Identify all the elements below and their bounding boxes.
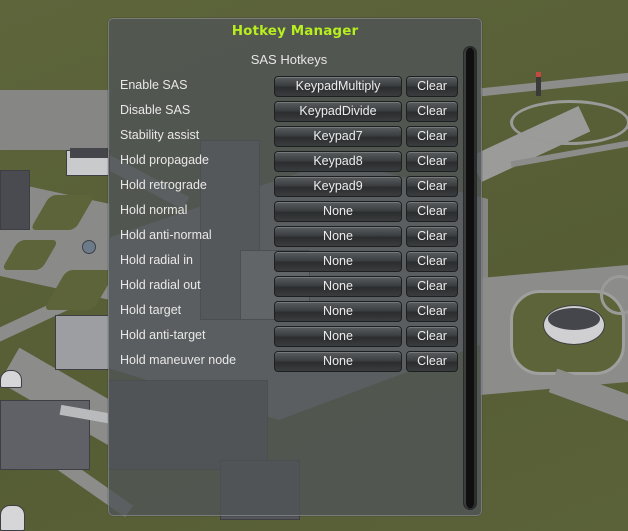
clear-button[interactable]: Clear — [406, 76, 458, 97]
clear-button[interactable]: Clear — [406, 226, 458, 247]
assign-key-button[interactable]: Keypad8 — [274, 151, 402, 172]
clear-button[interactable]: Clear — [406, 326, 458, 347]
hotkey-row-hold-target: Hold target None Clear — [109, 300, 469, 325]
hotkey-label: Hold radial out — [120, 278, 201, 292]
hotkey-row-disable-sas: Disable SAS KeypadDivide Clear — [109, 100, 469, 125]
hotkey-row-hold-prograde: Hold propagade Keypad8 Clear — [109, 150, 469, 175]
administration-roof — [548, 308, 600, 330]
assign-key-button[interactable]: KeypadMultiply — [274, 76, 402, 97]
assign-key-button[interactable]: None — [274, 301, 402, 322]
vertical-scrollbar[interactable] — [463, 46, 477, 510]
assign-key-button[interactable]: None — [274, 276, 402, 297]
assign-key-button[interactable]: None — [274, 326, 402, 347]
hotkey-label: Disable SAS — [120, 103, 191, 117]
hotkey-label: Hold anti-target — [120, 328, 206, 342]
hangar — [0, 505, 25, 531]
hotkey-list: Enable SAS KeypadMultiply Clear Disable … — [109, 75, 469, 375]
hotkey-label: Hold target — [120, 303, 182, 317]
clear-button[interactable]: Clear — [406, 176, 458, 197]
hotkey-row-hold-anti-normal: Hold anti-normal None Clear — [109, 225, 469, 250]
launch-tower-light — [536, 72, 541, 77]
hotkey-label: Enable SAS — [120, 78, 188, 92]
hotkey-row-hold-radial-out: Hold radial out None Clear — [109, 275, 469, 300]
assign-key-button[interactable]: Keypad7 — [274, 126, 402, 147]
hotkey-row-hold-retrograde: Hold retrograde Keypad9 Clear — [109, 175, 469, 200]
hotkey-row-hold-radial-in: Hold radial in None Clear — [109, 250, 469, 275]
hotkey-manager-window: Hotkey Manager SAS Hotkeys Enable SAS Ke… — [108, 18, 482, 516]
clear-button[interactable]: Clear — [406, 101, 458, 122]
clear-button[interactable]: Clear — [406, 126, 458, 147]
clear-button[interactable]: Clear — [406, 151, 458, 172]
clear-button[interactable]: Clear — [406, 276, 458, 297]
hotkey-row-hold-normal: Hold normal None Clear — [109, 200, 469, 225]
building — [55, 315, 110, 370]
hotkey-label: Hold propagade — [120, 153, 209, 167]
section-title: SAS Hotkeys — [250, 52, 328, 67]
window-title: Hotkey Manager — [231, 23, 359, 39]
hotkey-label: Stability assist — [120, 128, 200, 142]
clear-button[interactable]: Clear — [406, 301, 458, 322]
assign-key-button[interactable]: None — [274, 251, 402, 272]
building — [0, 170, 30, 230]
hotkey-label: Hold radial in — [120, 253, 193, 267]
assign-key-button[interactable]: None — [274, 351, 402, 372]
assign-key-button[interactable]: None — [274, 226, 402, 247]
hotkey-label: Hold normal — [120, 203, 188, 217]
launch-tower — [536, 74, 541, 96]
assign-key-button[interactable]: KeypadDivide — [274, 101, 402, 122]
tank — [82, 240, 96, 254]
hotkey-row-enable-sas: Enable SAS KeypadMultiply Clear — [109, 75, 469, 100]
hotkey-row-hold-maneuver-node: Hold maneuver node None Clear — [109, 350, 469, 375]
hangar — [0, 370, 22, 388]
hotkey-row-hold-anti-target: Hold anti-target None Clear — [109, 325, 469, 350]
clear-button[interactable]: Clear — [406, 351, 458, 372]
hotkey-label: Hold retrograde — [120, 178, 207, 192]
road — [0, 90, 110, 150]
clear-button[interactable]: Clear — [406, 251, 458, 272]
hotkey-row-stability-assist: Stability assist Keypad7 Clear — [109, 125, 469, 150]
launchpad-ring — [510, 100, 628, 145]
building-roof — [70, 148, 108, 158]
clear-button[interactable]: Clear — [406, 201, 458, 222]
assign-key-button[interactable]: Keypad9 — [274, 176, 402, 197]
hotkey-label: Hold maneuver node — [120, 353, 237, 367]
assign-key-button[interactable]: None — [274, 201, 402, 222]
hotkey-label: Hold anti-normal — [120, 228, 212, 242]
